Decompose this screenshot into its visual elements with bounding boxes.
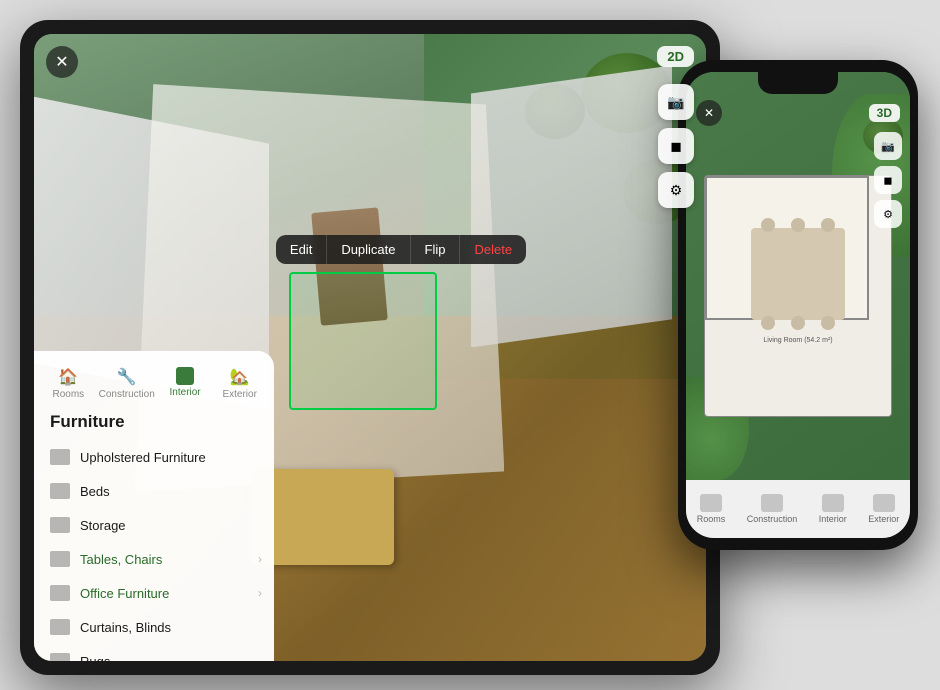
upholstered-icon bbox=[50, 449, 70, 465]
fp-chair-bot-2 bbox=[791, 316, 805, 330]
phone-nav-construction[interactable]: Construction bbox=[747, 494, 798, 524]
office-icon bbox=[50, 585, 70, 601]
phone-nav-interior-label: Interior bbox=[819, 514, 847, 524]
tablet-close-button[interactable]: ✕ bbox=[46, 46, 78, 78]
phone-view-mode-badge[interactable]: 3D bbox=[869, 104, 900, 122]
app-scene: Edit Duplicate Flip Delete ✕ 2D 📷 ◼ ⚙ bbox=[0, 0, 940, 690]
camera-button[interactable]: 📷 bbox=[658, 84, 694, 120]
menu-item-beds[interactable]: Beds bbox=[34, 474, 274, 508]
menu-item-upholstered-label: Upholstered Furniture bbox=[80, 450, 206, 465]
fp-chair-top-3 bbox=[821, 218, 835, 232]
fp-main-room: Living Room (54.2 m²) bbox=[705, 176, 869, 320]
phone-nav-interior[interactable]: Interior bbox=[819, 494, 847, 524]
phone-notch bbox=[758, 72, 838, 94]
curtains-icon bbox=[50, 619, 70, 635]
phone-nav-construction-label: Construction bbox=[747, 514, 798, 524]
floor-plan: Living Room (54.2 m²) bbox=[704, 175, 892, 417]
tab-interior-label: Interior bbox=[170, 387, 201, 398]
storage-icon bbox=[50, 517, 70, 533]
rooms-icon: 🏠 bbox=[58, 367, 78, 387]
layers-button[interactable]: ◼ bbox=[658, 128, 694, 164]
phone-nav-exterior-icon bbox=[873, 494, 895, 512]
fp-chair-bot-3 bbox=[821, 316, 835, 330]
tablet-device: Edit Duplicate Flip Delete ✕ 2D 📷 ◼ ⚙ bbox=[20, 20, 720, 675]
tablet-right-toolbar: 📷 ◼ ⚙ bbox=[658, 84, 694, 208]
flip-button[interactable]: Flip bbox=[411, 235, 461, 264]
menu-item-tables-chairs[interactable]: Tables, Chairs › bbox=[34, 542, 274, 576]
fp-chair-top-1 bbox=[761, 218, 775, 232]
tab-rooms[interactable]: 🏠 Rooms bbox=[42, 363, 95, 404]
settings-button[interactable]: ⚙ bbox=[658, 172, 694, 208]
tab-rooms-label: Rooms bbox=[52, 389, 84, 400]
phone-screen: Living Room (54.2 m²) ✕ 3D 📷 ◼ ⚙ Rooms bbox=[686, 72, 910, 538]
phone-nav-construction-icon bbox=[761, 494, 783, 512]
tables-chairs-arrow: › bbox=[258, 552, 262, 566]
construction-icon: 🔧 bbox=[117, 367, 137, 387]
menu-item-rugs[interactable]: Rugs bbox=[34, 644, 274, 661]
sofa-selection-box bbox=[289, 272, 437, 410]
phone-bottom-nav: Rooms Construction Interior Exterior bbox=[686, 480, 910, 538]
phone-nav-exterior[interactable]: Exterior bbox=[868, 494, 899, 524]
office-arrow: › bbox=[258, 586, 262, 600]
fp-chair-top-2 bbox=[791, 218, 805, 232]
house-wall-right bbox=[471, 65, 673, 347]
fp-dining-table bbox=[751, 228, 844, 319]
tab-interior[interactable]: Interior bbox=[159, 363, 212, 404]
phone-nav-rooms[interactable]: Rooms bbox=[697, 494, 726, 524]
tab-construction[interactable]: 🔧 Construction bbox=[97, 363, 157, 404]
tab-bar: 🏠 Rooms 🔧 Construction Interior 🏡 Exteri… bbox=[34, 363, 274, 404]
phone-close-button[interactable]: ✕ bbox=[696, 100, 722, 126]
menu-item-curtains-label: Curtains, Blinds bbox=[80, 620, 171, 635]
duplicate-button[interactable]: Duplicate bbox=[327, 235, 410, 264]
phone-top-bar: ✕ 3D bbox=[696, 100, 900, 126]
interior-icon bbox=[176, 367, 194, 385]
menu-item-curtains[interactable]: Curtains, Blinds bbox=[34, 610, 274, 644]
menu-item-office-label: Office Furniture bbox=[80, 586, 169, 601]
beds-icon bbox=[50, 483, 70, 499]
menu-item-storage[interactable]: Storage bbox=[34, 508, 274, 542]
tablet-screen: Edit Duplicate Flip Delete ✕ 2D 📷 ◼ ⚙ bbox=[34, 34, 706, 661]
menu-item-rugs-label: Rugs bbox=[80, 654, 110, 662]
menu-item-office[interactable]: Office Furniture › bbox=[34, 576, 274, 610]
view-mode-badge[interactable]: 2D bbox=[657, 46, 694, 67]
exterior-icon: 🏡 bbox=[230, 367, 250, 387]
room-label: Living Room (54.2 m²) bbox=[763, 337, 832, 344]
tables-chairs-icon bbox=[50, 551, 70, 567]
phone-settings-button[interactable]: ⚙ bbox=[874, 200, 902, 228]
phone-nav-interior-icon bbox=[822, 494, 844, 512]
tab-exterior[interactable]: 🏡 Exterior bbox=[213, 363, 266, 404]
tab-construction-label: Construction bbox=[99, 389, 155, 400]
phone-device: Living Room (54.2 m²) ✕ 3D 📷 ◼ ⚙ Rooms bbox=[678, 60, 918, 550]
fp-chair-bot-1 bbox=[761, 316, 775, 330]
phone-nav-rooms-label: Rooms bbox=[697, 514, 726, 524]
menu-item-storage-label: Storage bbox=[80, 518, 126, 533]
delete-button[interactable]: Delete bbox=[460, 235, 526, 264]
phone-right-toolbar: 📷 ◼ ⚙ bbox=[874, 132, 902, 228]
tab-exterior-label: Exterior bbox=[222, 389, 256, 400]
phone-nav-exterior-label: Exterior bbox=[868, 514, 899, 524]
menu-item-tables-chairs-label: Tables, Chairs bbox=[80, 552, 162, 567]
panel-title: Furniture bbox=[34, 412, 274, 440]
phone-nav-rooms-icon bbox=[700, 494, 722, 512]
phone-camera-button[interactable]: 📷 bbox=[874, 132, 902, 160]
menu-item-upholstered[interactable]: Upholstered Furniture bbox=[34, 440, 274, 474]
edit-button[interactable]: Edit bbox=[276, 235, 327, 264]
phone-layers-button[interactable]: ◼ bbox=[874, 166, 902, 194]
tablet-top-bar: ✕ 2D bbox=[46, 46, 694, 78]
furniture-panel: 🏠 Rooms 🔧 Construction Interior 🏡 Exteri… bbox=[34, 351, 274, 661]
menu-item-beds-label: Beds bbox=[80, 484, 110, 499]
rugs-icon bbox=[50, 653, 70, 661]
context-menu: Edit Duplicate Flip Delete bbox=[276, 235, 526, 264]
